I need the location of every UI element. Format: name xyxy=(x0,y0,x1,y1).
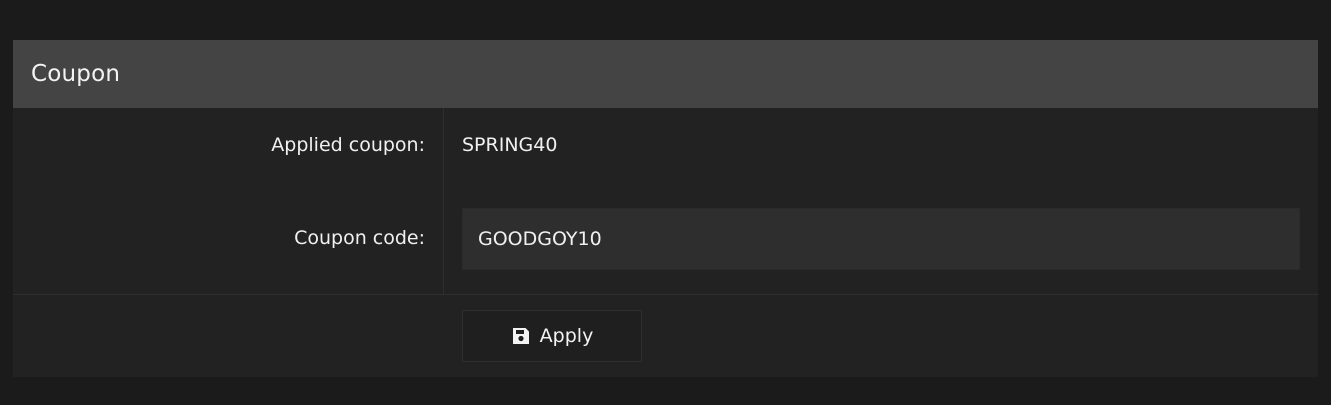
coupon-panel: Coupon Applied coupon: SPRING40 Coupon c… xyxy=(13,40,1318,377)
coupon-code-label: Coupon code: xyxy=(294,227,425,249)
panel-body: Applied coupon: SPRING40 Coupon code: xyxy=(13,108,1318,294)
apply-button[interactable]: Apply xyxy=(462,310,642,362)
floppy-disk-save-icon xyxy=(511,326,531,346)
label-column-divider xyxy=(443,108,444,294)
apply-button-label: Apply xyxy=(539,325,594,347)
panel-header: Coupon xyxy=(13,40,1318,108)
applied-coupon-label: Applied coupon: xyxy=(271,134,425,156)
panel-footer: Apply xyxy=(13,294,1318,377)
applied-coupon-value: SPRING40 xyxy=(462,134,558,156)
panel-title: Coupon xyxy=(31,61,121,87)
coupon-code-input[interactable] xyxy=(462,208,1300,270)
